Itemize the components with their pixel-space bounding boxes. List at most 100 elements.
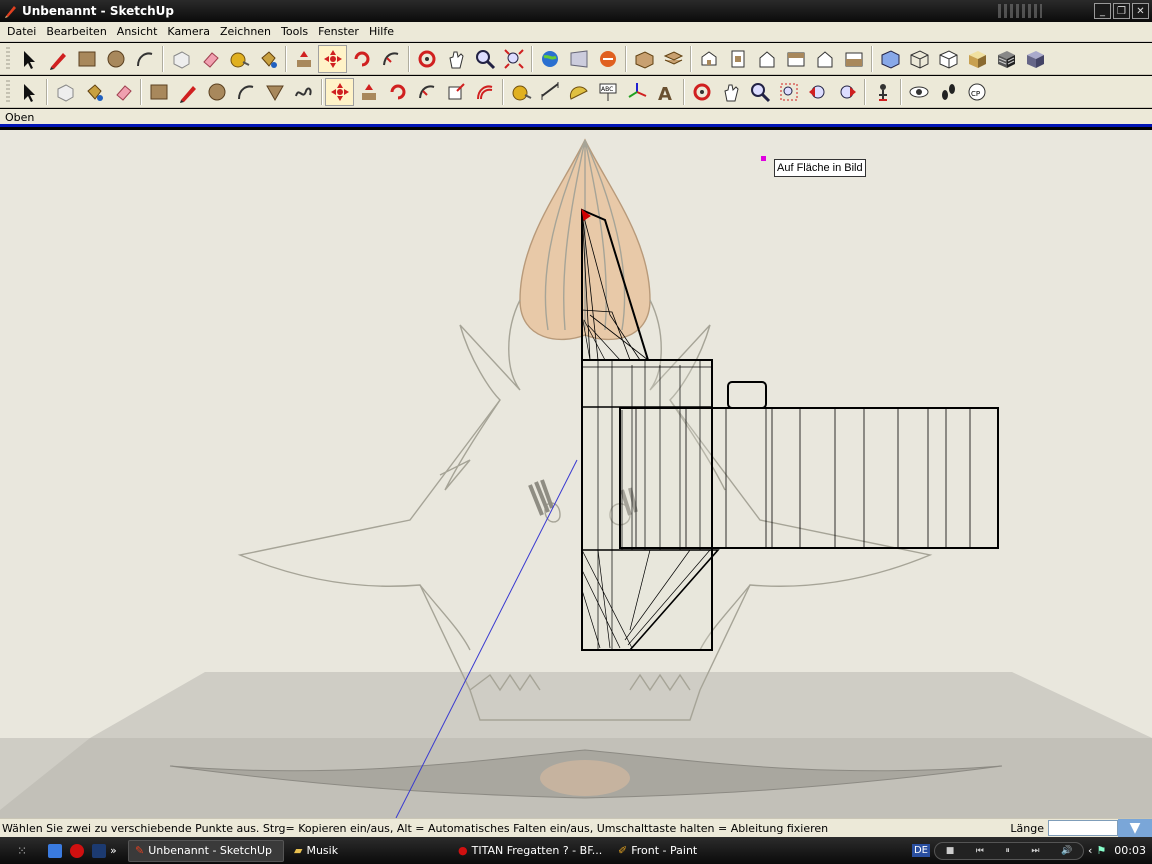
pan-tool-button[interactable] — [716, 78, 745, 106]
axes-tool-button[interactable] — [622, 78, 651, 106]
move-tool-button[interactable] — [325, 77, 354, 106]
task-paint[interactable]: ✐ Front - Paint — [612, 840, 762, 862]
orbit-tool-button[interactable] — [687, 78, 716, 106]
network-icon[interactable]: ⚑ — [1096, 844, 1106, 857]
3d-text-tool-button[interactable]: A — [651, 78, 680, 106]
get-models-tool-button[interactable] — [564, 45, 593, 73]
previous-view-tool-button[interactable] — [803, 78, 832, 106]
measurement-input[interactable] — [1048, 820, 1118, 836]
start-button[interactable]: ⁙ — [0, 837, 44, 864]
measurement-dropdown-icon[interactable]: ▼ — [1118, 818, 1152, 838]
select-tool-button[interactable] — [14, 45, 43, 73]
toolbar-grip[interactable] — [6, 46, 10, 71]
previous-icon[interactable]: ⏮ — [976, 846, 984, 856]
pencil-tool-button[interactable] — [43, 45, 72, 73]
layer-tool-button[interactable] — [658, 45, 687, 73]
circle-tool-button[interactable] — [101, 45, 130, 73]
scale-tool-button[interactable] — [441, 78, 470, 106]
shaded-texture-tool-button[interactable] — [991, 45, 1020, 73]
orbit-tool-button[interactable] — [412, 45, 441, 73]
paint-bucket-tool-button[interactable] — [79, 78, 108, 106]
pan-tool-button[interactable] — [441, 45, 470, 73]
menu-hilfe[interactable]: Hilfe — [364, 25, 399, 38]
drawing-viewport[interactable]: Auf Fläche in Bild — [0, 130, 1152, 818]
text-tool-button[interactable]: ABC — [593, 78, 622, 106]
next-view-tool-button[interactable] — [832, 78, 861, 106]
top-view-tool-button[interactable] — [723, 45, 752, 73]
eraser-tool-button[interactable] — [108, 78, 137, 106]
language-indicator[interactable]: DE — [911, 844, 931, 857]
menu-datei[interactable]: Datei — [2, 25, 41, 38]
menu-tools[interactable]: Tools — [276, 25, 313, 38]
tape-measure-tool-button[interactable] — [506, 78, 535, 106]
task-sketchup[interactable]: ✎ Unbenannt - SketchUp — [128, 839, 284, 862]
make-component-tool-button[interactable] — [166, 45, 195, 73]
menu-fenster[interactable]: Fenster — [313, 25, 364, 38]
ie-icon[interactable] — [44, 840, 66, 862]
zoom-extents-tool-button[interactable] — [499, 45, 528, 73]
offset-tool-button[interactable] — [470, 78, 499, 106]
monochrome-tool-button[interactable] — [1020, 45, 1049, 73]
scene-tab-oben[interactable]: Oben — [5, 111, 34, 124]
toolbar-grip[interactable] — [6, 79, 10, 104]
push-pull-tool-button[interactable] — [289, 45, 318, 73]
position-camera-tool-button[interactable] — [868, 78, 897, 106]
photoshop-icon[interactable] — [88, 840, 110, 862]
rectangle-tool-button[interactable] — [72, 45, 101, 73]
shaded-tool-button[interactable] — [962, 45, 991, 73]
right-view-tool-button[interactable] — [781, 45, 810, 73]
follow-me-tool-button[interactable] — [376, 45, 405, 73]
eraser-tool-button[interactable] — [195, 45, 224, 73]
quicklaunch-chevron-icon[interactable]: » — [110, 844, 124, 857]
close-button[interactable]: ✕ — [1132, 3, 1149, 19]
push-pull-tool-button[interactable] — [354, 78, 383, 106]
circle-tool-button[interactable] — [202, 78, 231, 106]
zoom-tool-button[interactable] — [745, 78, 774, 106]
rectangle-tool-button[interactable] — [144, 78, 173, 106]
look-around-tool-button[interactable] — [904, 78, 933, 106]
tray-expand-icon[interactable]: ‹ — [1088, 844, 1092, 857]
menu-kamera[interactable]: Kamera — [162, 25, 215, 38]
zoom-window-tool-button[interactable] — [774, 78, 803, 106]
stop-icon[interactable]: ■ — [946, 846, 955, 856]
menu-ansicht[interactable]: Ansicht — [112, 25, 163, 38]
tape-measure-tool-button[interactable] — [224, 45, 253, 73]
arc-tool-button[interactable] — [130, 45, 159, 73]
menu-bearbeiten[interactable]: Bearbeiten — [41, 25, 111, 38]
select-tool-button[interactable] — [14, 78, 43, 106]
hidden-line-tool-button[interactable] — [933, 45, 962, 73]
media-player-controls[interactable]: ■ ⏮ ⏸ ⏭ 🔊 — [934, 841, 1085, 860]
left-view-tool-button[interactable] — [839, 45, 868, 73]
arc-tool-button[interactable] — [231, 78, 260, 106]
opera-icon[interactable] — [66, 840, 88, 862]
task-titan-opera[interactable]: ● TITAN Fregatten ? - BF... — [452, 840, 608, 862]
dimension-tool-button[interactable] — [535, 78, 564, 106]
freehand-tool-button[interactable] — [289, 78, 318, 106]
iso-view-tool-button[interactable] — [694, 45, 723, 73]
minimize-button[interactable]: _ — [1094, 3, 1111, 19]
paint-bucket-tool-button[interactable] — [253, 45, 282, 73]
pause-icon[interactable]: ⏸ — [1005, 846, 1010, 856]
maximize-button[interactable]: ❐ — [1113, 3, 1130, 19]
model-canvas[interactable] — [0, 130, 1152, 818]
make-component-tool-button[interactable] — [50, 78, 79, 106]
move-tool-button[interactable] — [318, 44, 347, 73]
back-view-tool-button[interactable] — [810, 45, 839, 73]
component-tool-button[interactable] — [629, 45, 658, 73]
wireframe-tool-button[interactable] — [904, 45, 933, 73]
rotate-tool-button[interactable] — [347, 45, 376, 73]
follow-me-tool-button[interactable] — [412, 78, 441, 106]
walk-tool-button[interactable] — [933, 78, 962, 106]
rotate-tool-button[interactable] — [383, 78, 412, 106]
protractor-tool-button[interactable] — [564, 78, 593, 106]
share-model-tool-button[interactable] — [593, 45, 622, 73]
task-musik[interactable]: ▰ Musik — [288, 840, 448, 862]
section-plane-tool-button[interactable]: CP — [962, 78, 991, 106]
google-earth-tool-button[interactable] — [535, 45, 564, 73]
next-icon[interactable]: ⏭ — [1031, 846, 1039, 856]
zoom-tool-button[interactable] — [470, 45, 499, 73]
xray-tool-button[interactable] — [875, 45, 904, 73]
front-view-tool-button[interactable] — [752, 45, 781, 73]
menu-zeichnen[interactable]: Zeichnen — [215, 25, 276, 38]
pencil-tool-button[interactable] — [173, 78, 202, 106]
